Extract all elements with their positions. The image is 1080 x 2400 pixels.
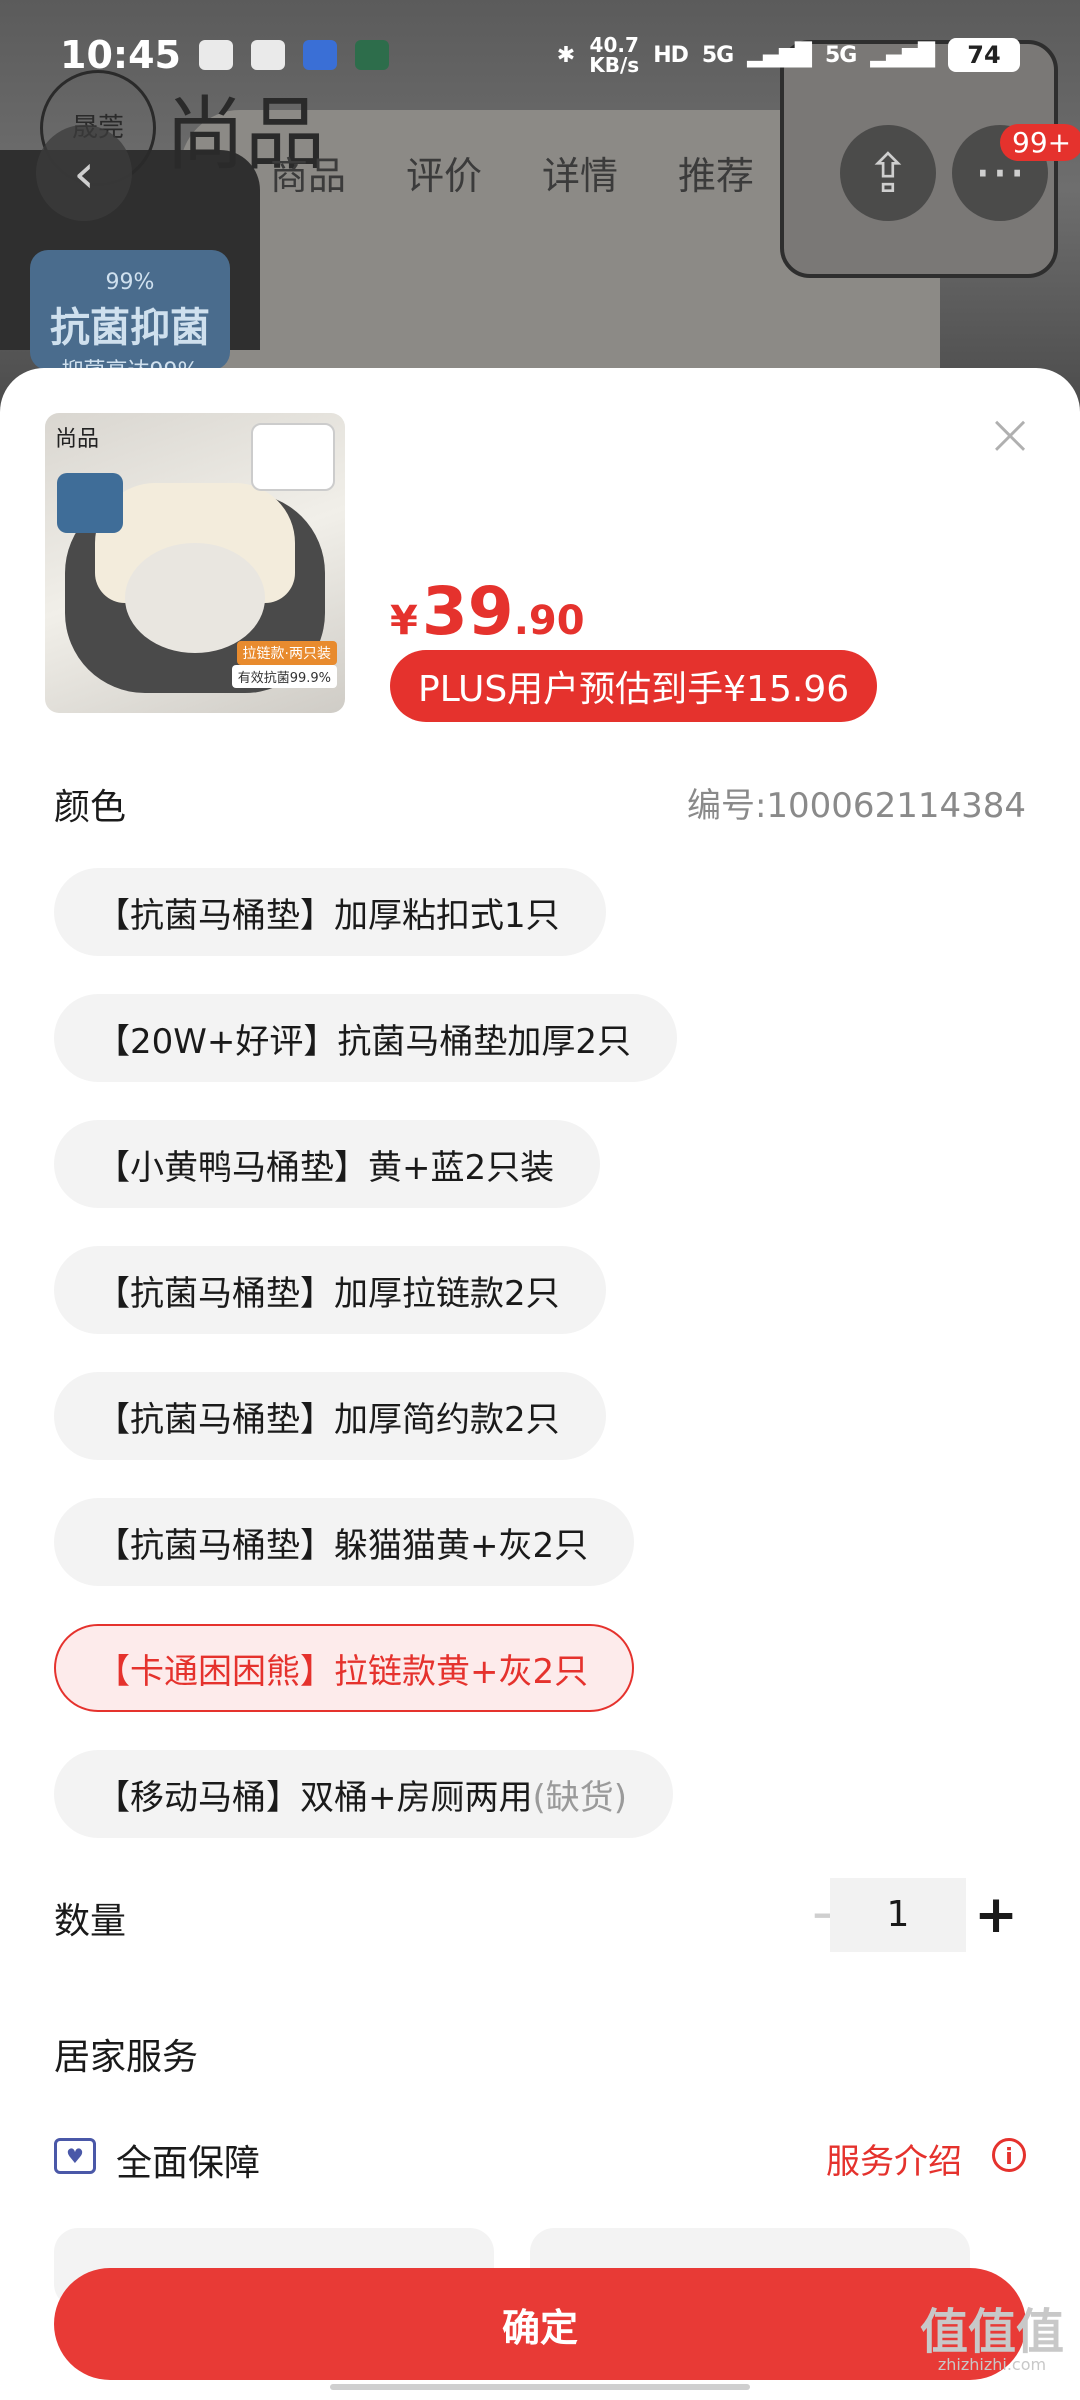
battery-indicator: 74 [948, 38, 1020, 72]
signal-5g-1: 5G [701, 42, 734, 68]
confirm-button[interactable]: 确定 [54, 2268, 1026, 2380]
product-thumbnail[interactable]: 尚品 拉链款·两只装 有效抗菌99.9% [45, 413, 345, 713]
bluetooth-icon: ✱ [556, 42, 576, 68]
hd-indicator: HD [653, 42, 689, 68]
thumb-tag-antibacterial: 有效抗菌99.9% [231, 665, 337, 688]
sku-selection-sheet: × 尚品 拉链款·两只装 有效抗菌99.9% ¥ 39 .90 PLUS用户预估… [0, 368, 1080, 2400]
quantity-label: 数量 [54, 1901, 127, 1942]
message-icon [250, 40, 285, 70]
status-bar: 10:45 ✱ 40.7 KB/s HD 5G ▂▄▆█ 5G ▂▄▆█ 74 [0, 0, 1080, 110]
service-intro-link[interactable]: 服务介绍 [826, 2134, 962, 2183]
tab-reviews[interactable]: 评价 [406, 145, 482, 200]
color-option-selected[interactable]: 【卡通困困熊】拉链款黄+灰2只 [54, 1624, 635, 1712]
home-indicator[interactable] [330, 2384, 750, 2390]
tab-product[interactable]: 商品 [270, 145, 346, 200]
avatar-notification-icon [354, 40, 389, 70]
shield-heart-icon: ♥ [54, 2138, 96, 2174]
tab-details[interactable]: 详情 [542, 145, 618, 200]
antibacterial-badge: 99% 抗菌抑菌 抑菌高达99% [30, 250, 230, 384]
app-notification-icon [302, 40, 337, 70]
share-button[interactable]: ⇪ [840, 125, 936, 221]
radio-icon [198, 40, 233, 70]
protection-label: 全面保障 [116, 2143, 261, 2184]
color-options: 【抗菌马桶垫】加厚粘扣式1只 【20W+好评】抗菌马桶垫加厚2只 【小黄鸭马桶垫… [54, 868, 1034, 1876]
thumb-brand: 尚品 [55, 427, 100, 452]
signal-bars-icon-2: ▂▄▆█ [870, 42, 935, 68]
color-option[interactable]: 【20W+好评】抗菌马桶垫加厚2只 [54, 994, 678, 1082]
color-option-out-of-stock[interactable]: 【移动马桶】双桶+房厕两用 (缺货) [54, 1750, 674, 1838]
option-label: 【移动马桶】双桶+房厕两用 [96, 1777, 533, 1818]
color-option[interactable]: 【抗菌马桶垫】加厚拉链款2只 [54, 1246, 606, 1334]
thumb-badge [57, 473, 123, 533]
page-tabs: 商品 评价 详情 推荐 [270, 145, 754, 200]
quantity-stepper: 数量 − 1 + [54, 1878, 1026, 1952]
color-option[interactable]: 【抗菌马桶垫】加厚粘扣式1只 [54, 868, 606, 956]
protection-row: ♥ 全面保障 服务介绍 i [54, 2128, 1026, 2188]
color-option[interactable]: 【抗菌马桶垫】躲猫猫黄+灰2只 [54, 1498, 635, 1586]
thumb-seat-hole [125, 543, 265, 653]
close-icon: × [985, 400, 1035, 468]
thumb-inset [251, 423, 335, 491]
sku-number: 编号:100062114384 [686, 786, 1026, 826]
site-watermark: 值值值 zhizhizhi.com [919, 2304, 1064, 2374]
plus-price-pill: PLUS用户预估到手¥15.96 [390, 650, 878, 722]
back-button[interactable]: ‹ [36, 125, 132, 221]
quantity-input[interactable]: 1 [830, 1878, 966, 1952]
info-icon[interactable]: i [992, 2138, 1026, 2172]
signal-5g-2: 5G [824, 42, 857, 68]
product-price: ¥ 39 .90 [390, 573, 585, 650]
close-button[interactable]: × [980, 404, 1040, 464]
status-time: 10:45 [60, 33, 181, 77]
chevron-left-icon: ‹ [73, 141, 95, 205]
color-option[interactable]: 【抗菌马桶垫】加厚简约款2只 [54, 1372, 606, 1460]
share-icon: ⇪ [865, 141, 911, 205]
color-section-title: 颜色 [54, 787, 127, 828]
quantity-plus-button[interactable]: + [966, 1880, 1026, 1950]
out-of-stock-label: (缺货) [532, 1777, 628, 1818]
thumb-tag-zipper: 拉链款·两只装 [236, 641, 337, 665]
color-option[interactable]: 【小黄鸭马桶垫】黄+蓝2只装 [54, 1120, 601, 1208]
home-service-title: 居家服务 [54, 2037, 199, 2078]
cart-count-badge: 99+ [1000, 124, 1080, 161]
signal-bars-icon: ▂▄▆█ [747, 42, 812, 68]
tab-recommend[interactable]: 推荐 [678, 145, 754, 200]
network-speed: 40.7 KB/s [589, 33, 640, 77]
